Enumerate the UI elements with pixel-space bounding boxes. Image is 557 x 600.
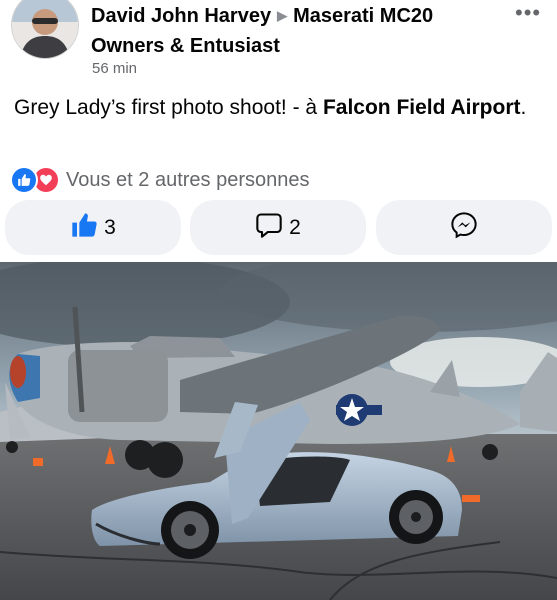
more-horizontal-icon[interactable]: ••• (515, 0, 541, 26)
caption-text: Grey Lady’s first photo shoot! - à (14, 96, 323, 119)
post-time[interactable]: 56 min (92, 60, 137, 77)
post-caption: Grey Lady’s first photo shoot! - à Falco… (14, 93, 544, 123)
like-button[interactable]: 3 (5, 200, 181, 255)
comment-count: 2 (289, 215, 301, 239)
send-messenger-button[interactable] (376, 200, 552, 255)
avatar[interactable] (12, 0, 78, 58)
reaction-text: Vous et 2 autres personnes (66, 168, 310, 191)
comment-icon (255, 211, 283, 245)
author-name[interactable]: David John Harvey (91, 5, 271, 27)
post-header: David John Harvey ▶ Maserati MC20 Owners &… (0, 0, 557, 90)
comment-button[interactable]: 2 (190, 200, 366, 255)
thumbs-up-icon (70, 211, 98, 245)
post-photo[interactable] (0, 262, 557, 600)
author-and-group: David John Harvey ▶ Maserati MC20 Owners &… (91, 2, 511, 61)
arrow-right-icon: ▶ (277, 8, 288, 23)
like-icon (10, 166, 38, 194)
like-count: 3 (104, 215, 116, 239)
caption-end: . (520, 96, 527, 119)
reaction-summary[interactable]: Vous et 2 autres personnes (10, 166, 310, 194)
messenger-icon (450, 211, 478, 245)
location-link[interactable]: Falcon Field Airport (323, 96, 521, 119)
